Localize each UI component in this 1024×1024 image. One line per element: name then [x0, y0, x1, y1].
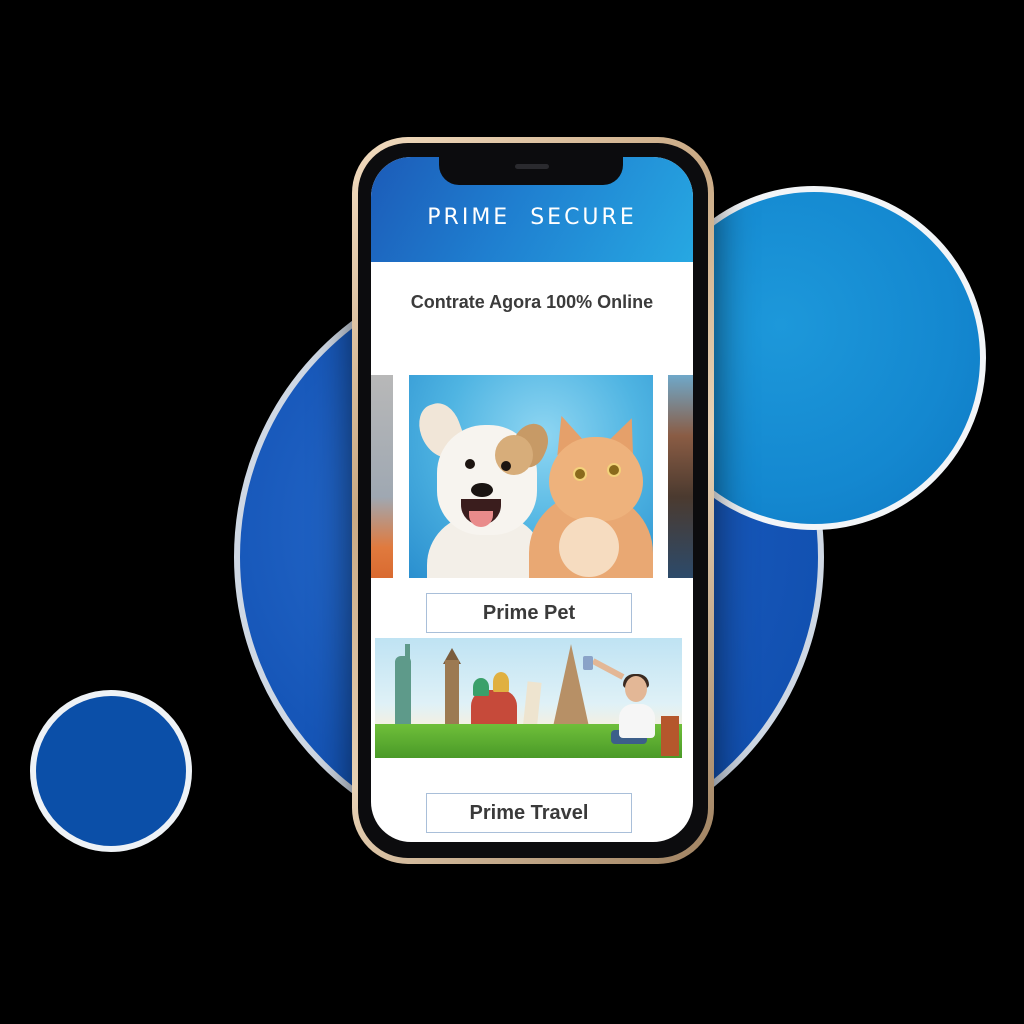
cathedral-dome — [493, 672, 509, 692]
woman-head — [625, 676, 647, 702]
woman-arm — [591, 658, 625, 680]
phone-screen: PRIME SECURE Contrate Agora 100% Online … — [371, 157, 693, 842]
cat-head — [549, 437, 643, 521]
tagline-heading: Contrate Agora 100% Online — [410, 292, 654, 312]
woman-body — [619, 704, 655, 738]
selfie-phone-icon — [583, 656, 593, 670]
phone-mockup: PRIME SECURE Contrate Agora 100% Online … — [352, 137, 714, 864]
prime-pet-button[interactable]: Prime Pet — [426, 593, 632, 633]
carousel-slide-previous[interactable] — [371, 375, 393, 578]
carousel-slide-pet-image[interactable] — [409, 375, 653, 578]
cathedral-dome — [473, 678, 489, 696]
prime-travel-button[interactable]: Prime Travel — [426, 793, 632, 833]
dog-eye — [465, 459, 475, 469]
brand-logo[interactable]: PRIME SECURE — [371, 205, 693, 230]
dog-spot — [495, 435, 533, 475]
speaker-grille — [515, 164, 549, 169]
bench — [661, 716, 679, 756]
travel-banner-image[interactable] — [375, 638, 682, 758]
decorative-circle-small — [30, 690, 192, 852]
carousel-slide-next[interactable] — [668, 375, 693, 578]
dog-nose — [471, 483, 493, 497]
big-ben — [445, 660, 459, 734]
cat-eye — [607, 463, 621, 477]
dog-eye — [501, 461, 511, 471]
statue-of-liberty — [395, 656, 411, 732]
phone-notch — [439, 157, 623, 185]
cat-eye — [573, 467, 587, 481]
cat-chest — [559, 517, 619, 577]
